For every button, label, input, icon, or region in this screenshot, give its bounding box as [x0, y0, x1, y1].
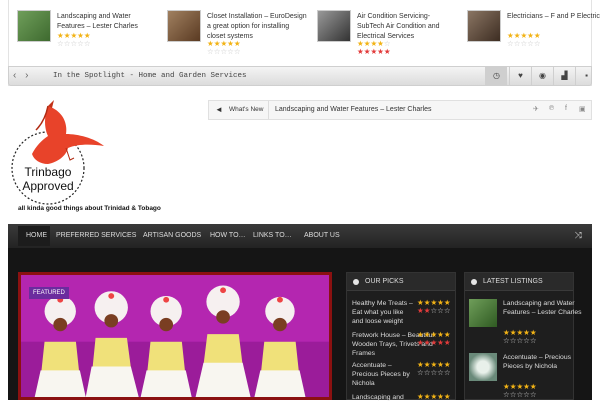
latest-listings-panel: LATEST LISTINGS Landscaping and Water Fe… [464, 272, 582, 400]
pick-item-title[interactable]: Healthy Me Treats – Eat what you like an… [352, 299, 414, 326]
ticker-label: ◄ What's New [209, 101, 269, 119]
news-ticker: ◄ What's New Landscaping and Water Featu… [208, 100, 592, 120]
site-tagline: all kinda good things about Trinidad & T… [18, 205, 161, 212]
menu-item-home[interactable]: HOME [26, 232, 47, 239]
panel-heading: LATEST LISTINGS [483, 278, 543, 285]
panel-header: LATEST LISTINGS [465, 273, 573, 291]
main-menu: HOME PREFERRED SERVICES ARTISAN GOODS HO… [8, 224, 592, 248]
user-rating-stars[interactable]: ☆☆☆☆☆ [207, 48, 241, 56]
signal-icon[interactable]: ▟ [553, 67, 575, 85]
user-rating-stars[interactable]: ☆☆☆☆☆ [417, 369, 451, 377]
logo-text-line1: Trinbago [25, 165, 72, 179]
card-title[interactable]: Closet Installation – EuroDesign a great… [207, 12, 307, 42]
panel-heading: OUR PICKS [365, 278, 404, 285]
menu-item-how-to[interactable]: HOW TO… [210, 232, 246, 239]
user-rating-stars[interactable]: ☆☆☆☆☆ [507, 40, 541, 48]
pinterest-icon[interactable]: ℗ [549, 105, 554, 112]
card-title[interactable]: Air Condition Servicing- SubTech Air Con… [357, 12, 457, 42]
clock-badge-icon [471, 279, 477, 285]
panel-header: OUR PICKS [347, 273, 455, 291]
spotlight-text: In the Spotlight - Home and Garden Servi… [53, 72, 247, 80]
latest-thumbnail[interactable] [469, 299, 497, 327]
site-logo[interactable]: Trinbago Approved [8, 96, 108, 206]
shuffle-icon[interactable]: ⤨ [575, 230, 582, 241]
user-rating-stars[interactable]: ★★★★★ [417, 339, 451, 347]
card-title[interactable]: Landscaping and Water Features – Lester … [57, 12, 157, 32]
user-rating-stars[interactable]: ☆☆☆☆☆ [503, 337, 537, 345]
ibis-logo-image: Trinbago Approved [11, 100, 104, 205]
card-thumbnail[interactable] [17, 10, 51, 42]
top-card[interactable]: Closet Installation – EuroDesign a great… [163, 10, 308, 62]
card-thumbnail[interactable] [167, 10, 201, 42]
latest-item-title[interactable]: Landscaping and Water Features – Lester … [503, 299, 583, 317]
user-rating-stars[interactable]: ☆☆☆☆☆ [503, 391, 537, 399]
user-rating-stars[interactable]: ★★☆☆☆ [417, 307, 451, 315]
ticker-headline[interactable]: Landscaping and Water Features – Lester … [275, 106, 432, 113]
clock-icon[interactable]: ◷ [485, 67, 507, 85]
twitter-icon[interactable]: ✈ [533, 105, 539, 113]
star-badge-icon [353, 279, 359, 285]
card-thumbnail[interactable] [317, 10, 351, 42]
instagram-icon[interactable]: ▣ [579, 105, 586, 113]
slider-nav: ‹ › [13, 70, 43, 81]
logo-text-line2: Approved [22, 179, 73, 193]
megaphone-icon: ◄ [215, 105, 223, 114]
pick-item-title[interactable]: Landscaping and [352, 393, 414, 402]
featured-badge: FEATURED [29, 287, 69, 299]
latest-item-title[interactable]: Accentuate – Precious Pieces by Nichola [503, 353, 583, 371]
heart-icon[interactable]: ♥ [509, 67, 531, 85]
top-card[interactable]: Air Condition Servicing- SubTech Air Con… [313, 10, 458, 62]
featured-post[interactable]: FEATURED [18, 272, 332, 400]
menu-item-preferred-services[interactable]: PREFERRED SERVICES [56, 232, 136, 239]
card-title[interactable]: Electricians – F and P Electrical [507, 12, 600, 22]
menu-item-about-us[interactable]: ABOUT US [304, 232, 340, 239]
chat-icon[interactable]: ▪ [575, 67, 597, 85]
eye-icon[interactable]: ◉ [531, 67, 553, 85]
pick-item-title[interactable]: Accentuate – Precious Pieces by Nichola [352, 361, 414, 388]
top-card[interactable]: Electricians – F and P Electrical ★★★★★ … [463, 10, 600, 62]
our-picks-panel: OUR PICKS Healthy Me Treats – Eat what y… [346, 272, 456, 402]
chevron-left-icon[interactable]: ‹ [13, 70, 16, 81]
chevron-right-icon[interactable]: › [25, 70, 28, 81]
user-rating-stars[interactable]: ★★★★★ [357, 48, 391, 56]
ticker-label-text: What's New [229, 106, 264, 113]
menu-item-links-to[interactable]: LINKS TO… [253, 232, 292, 239]
latest-thumbnail[interactable] [469, 353, 497, 381]
user-rating-stars[interactable]: ☆☆☆☆☆ [57, 40, 91, 48]
spotlight-bar: ‹ › In the Spotlight - Home and Garden S… [8, 66, 592, 86]
facebook-icon[interactable]: f [565, 105, 567, 112]
card-thumbnail[interactable] [467, 10, 501, 42]
menu-item-artisan-goods[interactable]: ARTISAN GOODS [143, 232, 201, 239]
top-card[interactable]: Landscaping and Water Features – Lester … [13, 10, 158, 62]
